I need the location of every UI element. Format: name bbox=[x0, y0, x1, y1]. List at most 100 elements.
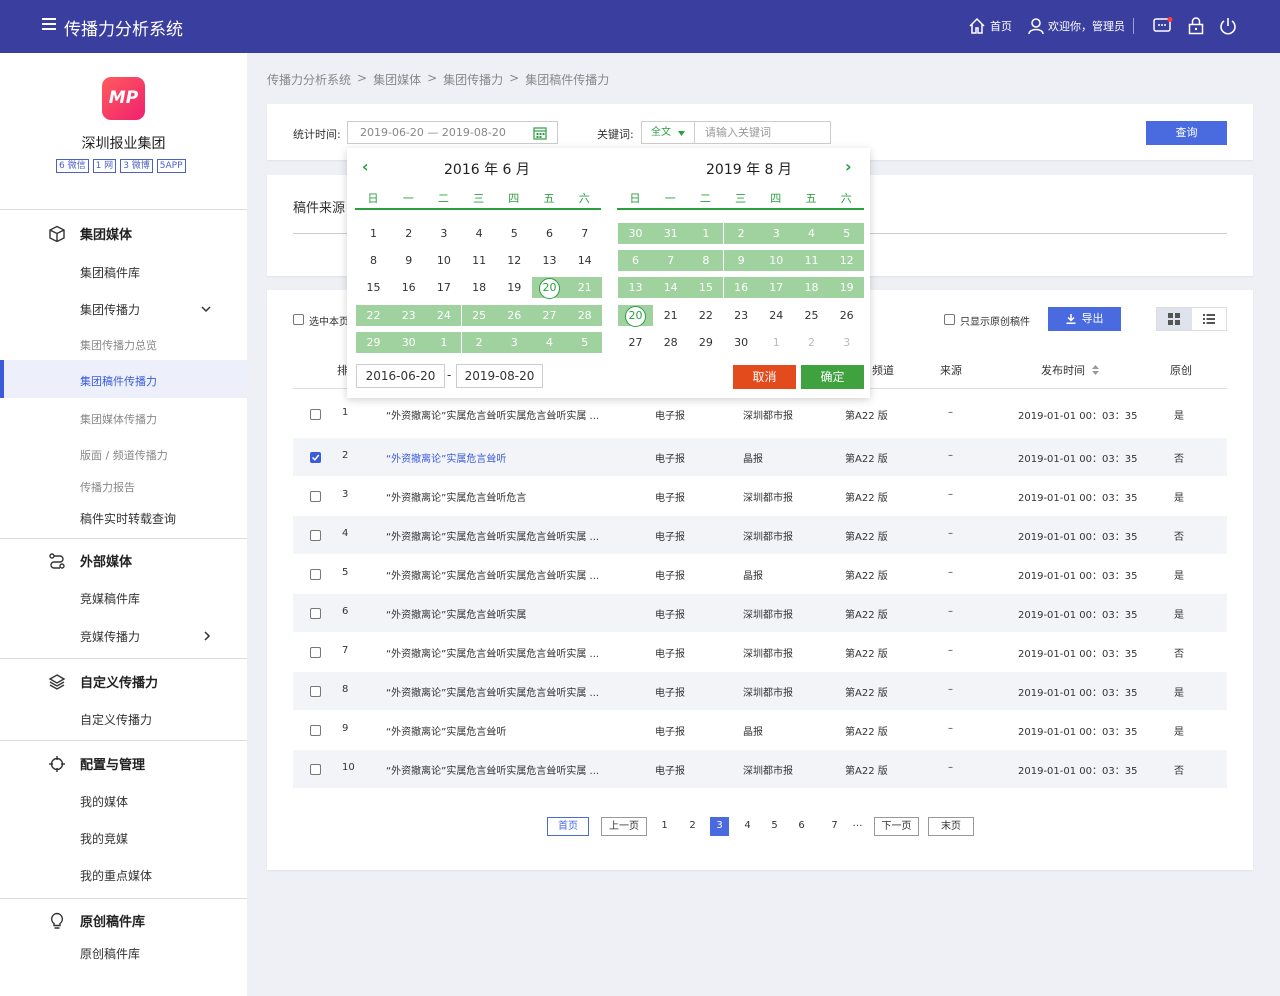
pagination-page-current[interactable]: 3 bbox=[710, 817, 729, 836]
row-checkbox[interactable] bbox=[310, 491, 321, 502]
left-day-cell[interactable]: 25 bbox=[461, 305, 497, 326]
sidebar-item-my-media[interactable]: 我的媒体 bbox=[80, 793, 128, 810]
right-day-cell[interactable]: 23 bbox=[724, 305, 759, 326]
menu-icon[interactable] bbox=[42, 18, 56, 32]
row-title[interactable]: “外资撤离论”实属危言耸听 bbox=[386, 723, 506, 738]
left-day-cell[interactable]: 19 bbox=[497, 277, 532, 298]
pagination-prev[interactable]: 上一页 bbox=[601, 817, 647, 836]
sidebar-item-my-competitors[interactable]: 我的竞媒 bbox=[80, 830, 128, 847]
left-day-cell[interactable]: 9 bbox=[391, 250, 426, 271]
sidebar-item-competitor-spread[interactable]: 竞媒传播力 bbox=[80, 628, 140, 645]
badge-weibo[interactable]: 3 微博 bbox=[120, 159, 153, 173]
row-title[interactable]: “外资撤离论”实属危言耸听实属危言耸听实属 ... bbox=[386, 528, 599, 543]
right-day-cell[interactable]: 20 bbox=[618, 305, 653, 327]
table-row[interactable]: 2 “外资撤离论”实属危言耸听 电子报 晶报 第A22 版 – 2019-01-01 00：… bbox=[293, 438, 1227, 476]
select-page-checkbox[interactable] bbox=[293, 314, 304, 325]
right-day-cell[interactable]: 25 bbox=[794, 305, 829, 326]
sidebar-item-key-media[interactable]: 我的重点媒体 bbox=[80, 867, 152, 884]
pagination-first[interactable]: 首页 bbox=[547, 817, 589, 836]
sidebar-item-spread-report[interactable]: 传播力报告 bbox=[80, 479, 135, 495]
keyword-scope-select[interactable]: 全文 bbox=[641, 121, 695, 144]
left-day-cell[interactable]: 2 bbox=[391, 223, 426, 244]
chevron-right-icon[interactable] bbox=[202, 631, 212, 641]
left-day-cell[interactable]: 20 bbox=[532, 277, 567, 299]
row-checkbox[interactable] bbox=[310, 530, 321, 541]
row-checkbox[interactable] bbox=[310, 764, 321, 775]
left-day-cell[interactable]: 26 bbox=[496, 305, 532, 326]
pagination-page[interactable]: 6 bbox=[794, 817, 809, 836]
right-day-cell[interactable]: 10 bbox=[758, 250, 794, 271]
right-day-cell[interactable]: 30 bbox=[618, 223, 653, 244]
left-day-cell[interactable]: 6 bbox=[532, 223, 567, 244]
right-day-cell[interactable]: 18 bbox=[794, 277, 829, 298]
date-range-input[interactable]: 2019-06-20 — 2019-08-20 bbox=[347, 121, 558, 144]
row-title[interactable]: “外资撤离论”实属危言耸听危言 bbox=[386, 489, 526, 504]
table-row[interactable]: 10 “外资撤离论”实属危言耸听实属危言耸听实属 ... 电子报 深圳都市报 第A22 … bbox=[293, 750, 1227, 788]
table-row[interactable]: 4 “外资撤离论”实属危言耸听实属危言耸听实属 ... 电子报 深圳都市报 第A22 版… bbox=[293, 516, 1227, 554]
sidebar-item-competitor-library[interactable]: 竞媒稿件库 bbox=[80, 590, 140, 607]
right-day-cell[interactable]: 8 bbox=[688, 250, 724, 271]
row-checkbox[interactable] bbox=[310, 725, 321, 736]
left-day-cell[interactable]: 16 bbox=[391, 277, 426, 298]
right-day-cell[interactable]: 2 bbox=[723, 223, 759, 244]
row-checkbox[interactable] bbox=[310, 686, 321, 697]
home-link[interactable]: 首页 bbox=[968, 17, 1012, 35]
left-day-cell[interactable]: 23 bbox=[391, 305, 427, 326]
export-button[interactable]: 导出 bbox=[1048, 307, 1121, 331]
right-day-cell[interactable]: 5 bbox=[829, 223, 865, 244]
sidebar-item-spread-overview[interactable]: 集团传播力总览 bbox=[80, 337, 157, 353]
table-row[interactable]: 8 “外资撤离论”实属危言耸听实属危言耸听实属 ... 电子报 深圳都市报 第A22 版… bbox=[293, 672, 1227, 710]
sidebar-section-config[interactable]: 配置与管理 bbox=[48, 754, 145, 773]
cancel-button[interactable]: 取消 bbox=[733, 365, 796, 389]
only-original-checkbox[interactable] bbox=[944, 314, 955, 325]
table-row[interactable]: 3 “外资撤离论”实属危言耸听危言 电子报 深圳都市报 第A22 版 – 2019-01-0… bbox=[293, 477, 1227, 515]
right-day-cell[interactable]: 14 bbox=[653, 277, 689, 298]
row-title[interactable]: “外资撤离论”实属危言耸听实属危言耸听实属 ... bbox=[386, 567, 599, 582]
pagination-page[interactable]: 1 bbox=[657, 817, 672, 836]
left-day-cell[interactable]: 3 bbox=[496, 332, 532, 353]
right-day-cell[interactable]: 21 bbox=[653, 305, 688, 326]
pagination-next[interactable]: 下一页 bbox=[874, 817, 919, 836]
next-month-arrow[interactable]: › bbox=[845, 157, 852, 176]
left-day-cell[interactable]: 27 bbox=[532, 305, 567, 326]
sidebar-item-media-spread[interactable]: 集团媒体传播力 bbox=[80, 411, 157, 427]
left-day-cell[interactable]: 3 bbox=[426, 223, 461, 244]
breadcrumb-item[interactable]: 集团传播力 bbox=[443, 71, 503, 88]
right-day-cell[interactable]: 3 bbox=[758, 223, 794, 244]
table-row[interactable]: 7 “外资撤离论”实属危言耸听实属危言耸听实属 ... 电子报 深圳都市报 第A22 版… bbox=[293, 633, 1227, 671]
prev-month-arrow[interactable]: ‹ bbox=[362, 157, 369, 176]
left-day-cell[interactable]: 5 bbox=[567, 332, 603, 353]
left-day-cell[interactable]: 29 bbox=[356, 332, 391, 353]
right-day-cell[interactable]: 3 bbox=[829, 332, 864, 353]
end-date-input[interactable]: 2019-08-20 bbox=[456, 364, 543, 388]
left-day-cell[interactable]: 4 bbox=[462, 223, 497, 244]
left-day-cell[interactable]: 10 bbox=[426, 250, 461, 271]
right-day-cell[interactable]: 29 bbox=[688, 332, 723, 353]
right-day-cell[interactable]: 1 bbox=[688, 223, 724, 244]
right-day-cell[interactable]: 13 bbox=[618, 277, 653, 298]
pagination-page[interactable]: 2 bbox=[685, 817, 700, 836]
left-day-cell[interactable]: 8 bbox=[356, 250, 391, 271]
right-day-cell[interactable]: 16 bbox=[723, 277, 759, 298]
row-title[interactable]: “外资撤离论”实属危言耸听实属危言耸听实属 ... bbox=[386, 762, 599, 777]
badge-wechat[interactable]: 6 微信 bbox=[56, 159, 89, 173]
breadcrumb-item[interactable]: 传播力分析系统 bbox=[267, 71, 351, 88]
right-day-cell[interactable]: 6 bbox=[618, 250, 653, 271]
list-view-button[interactable] bbox=[1192, 308, 1227, 330]
left-day-cell[interactable]: 1 bbox=[356, 223, 391, 244]
left-day-cell[interactable]: 14 bbox=[567, 250, 602, 271]
row-title[interactable]: “外资撤离论”实属危言耸听 bbox=[386, 450, 506, 465]
calendar-icon[interactable] bbox=[533, 126, 547, 140]
left-day-cell[interactable]: 5 bbox=[497, 223, 532, 244]
right-day-cell[interactable]: 9 bbox=[723, 250, 759, 271]
sidebar-item-group-spread[interactable]: 集团传播力 bbox=[80, 301, 140, 318]
left-day-cell[interactable]: 7 bbox=[567, 223, 602, 244]
sidebar-item-group-library[interactable]: 集团稿件库 bbox=[80, 264, 140, 281]
right-day-cell[interactable]: 27 bbox=[618, 332, 653, 353]
table-row[interactable]: 9 “外资撤离论”实属危言耸听 电子报 晶报 第A22 版 – 2019-01-01 00：… bbox=[293, 711, 1227, 749]
left-day-cell[interactable]: 2 bbox=[461, 332, 497, 353]
badge-web[interactable]: 1 网 bbox=[92, 159, 117, 173]
row-checkbox[interactable] bbox=[310, 452, 321, 463]
pagination-last[interactable]: 末页 bbox=[928, 817, 974, 836]
sort-icon[interactable] bbox=[1091, 365, 1099, 375]
